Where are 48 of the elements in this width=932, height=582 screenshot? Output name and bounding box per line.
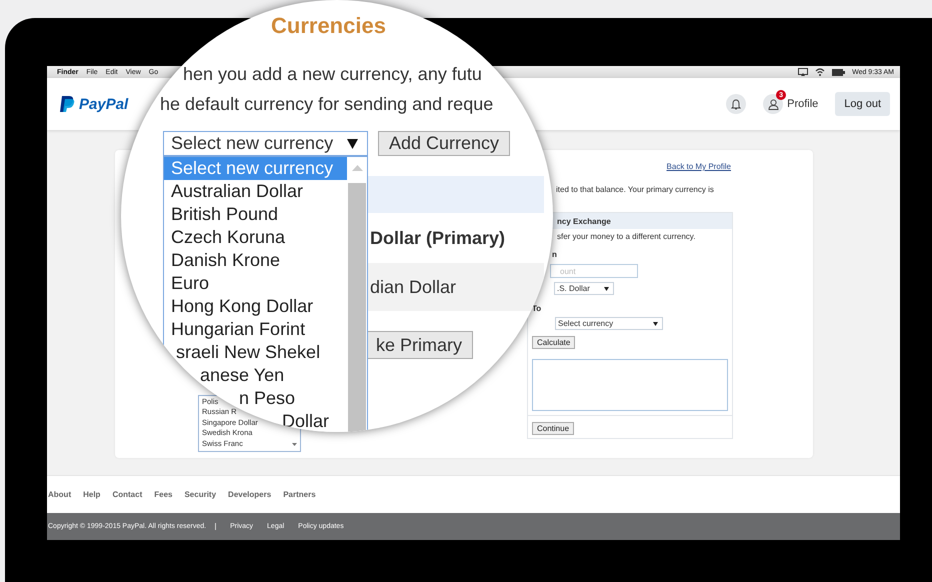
paypal-logo-icon: [59, 95, 75, 113]
wifi-icon: [815, 68, 826, 76]
notifications-button[interactable]: [726, 94, 746, 114]
dropdown-option[interactable]: sraeli New Shekel: [169, 341, 347, 364]
footer-link[interactable]: Security: [184, 490, 216, 499]
add-currency-button[interactable]: Add Currency: [378, 131, 510, 156]
make-primary-button[interactable]: ke Primary: [365, 331, 474, 359]
amount-field[interactable]: ount: [550, 264, 638, 278]
calculate-button[interactable]: Calculate: [532, 336, 576, 349]
logout-button[interactable]: Log out: [835, 92, 890, 116]
panel-description: sfer your money to a different currency.: [556, 232, 696, 241]
profile-link[interactable]: Profile: [787, 98, 818, 110]
scrollbar-thumb[interactable]: [348, 183, 366, 432]
dropdown-option[interactable]: anese Yen: [193, 364, 347, 387]
to-currency-select[interactable]: Select currency: [555, 317, 663, 330]
back-to-profile-link[interactable]: Back to My Profile: [666, 162, 731, 171]
dropdown-arrow-icon: [604, 286, 609, 290]
from-label: n: [552, 250, 557, 259]
footer-link[interactable]: Contact: [112, 490, 142, 499]
footer-link[interactable]: Developers: [228, 490, 272, 499]
footer-link[interactable]: Fees: [154, 490, 172, 499]
footer-link[interactable]: About: [48, 490, 72, 499]
dropdown-option[interactable]: Euro: [164, 272, 347, 295]
footer-link[interactable]: Help: [83, 490, 100, 499]
footer-link[interactable]: Partners: [283, 490, 316, 499]
scroll-down-arrow-icon: [292, 443, 297, 446]
dropdown-option[interactable]: British Pound: [164, 203, 347, 226]
dropdown-arrow-icon: [653, 322, 658, 326]
dropdown-option[interactable]: Czech Koruna: [164, 226, 347, 249]
paypal-logo-text[interactable]: PayPal: [79, 96, 128, 112]
description-text: he default currency for sending and reque: [160, 94, 494, 114]
airplay-icon: [798, 68, 808, 76]
dropdown-option[interactable]: Australian Dollar: [164, 180, 347, 203]
currency-row-text: Dollar (Primary): [369, 226, 506, 250]
dropdown-arrow-icon: [347, 138, 358, 148]
scroll-up-arrow-icon: [352, 165, 362, 171]
dropdown-option[interactable]: Hong Kong Dollar: [164, 295, 347, 318]
description-text: hen you add a new currency, any futu: [183, 64, 483, 84]
intro-text: ited to that balance. Your primary currency is: [556, 185, 715, 194]
dropdown-option[interactable]: Danish Krone: [164, 249, 347, 272]
continue-button[interactable]: Continue: [532, 422, 574, 435]
bell-icon: [731, 98, 742, 110]
person-icon: [768, 98, 779, 110]
dropdown-option[interactable]: Hungarian Forint: [164, 318, 347, 341]
battery-icon: [832, 68, 846, 76]
page-title: Currencies: [271, 14, 387, 38]
from-currency-select[interactable]: .S. Dollar: [554, 282, 614, 295]
currency-select[interactable]: Select new currency: [163, 131, 368, 156]
